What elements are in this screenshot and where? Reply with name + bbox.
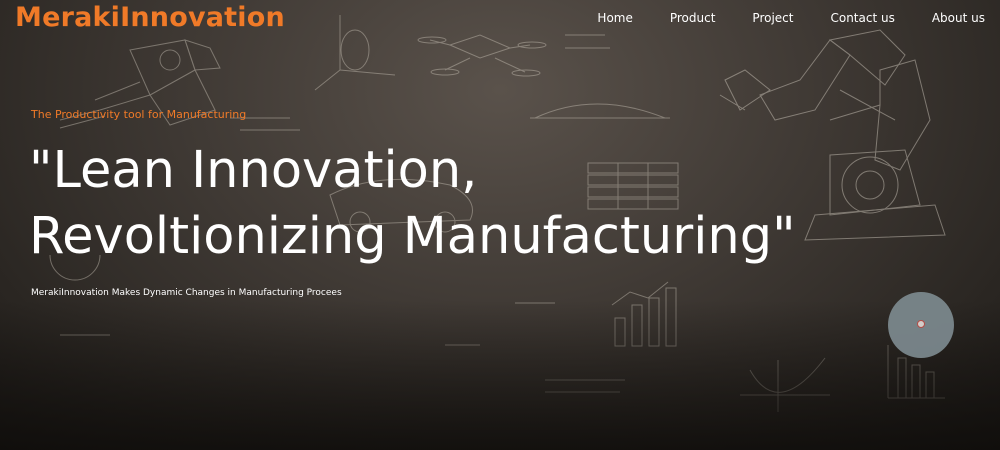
hero-headline-line1: "Lean Innovation, <box>29 141 478 200</box>
curve-sketch <box>534 103 666 119</box>
nav-about-us[interactable]: About us <box>932 11 985 25</box>
site-header: MerakiInnovation Home Product Project Co… <box>0 0 1000 40</box>
site-logo[interactable]: MerakiInnovation <box>15 2 285 33</box>
nav-contact-us[interactable]: Contact us <box>830 11 894 25</box>
floating-action-button[interactable] <box>888 292 954 358</box>
bottom-gradient <box>0 300 1000 450</box>
nav-home[interactable]: Home <box>597 11 632 25</box>
nav-project[interactable]: Project <box>752 11 793 25</box>
hero-headline-line2: Revoltionizing Manufacturing" <box>29 207 796 266</box>
nav-product[interactable]: Product <box>670 11 716 25</box>
hero-subtext: MerakiInnovation Makes Dynamic Changes i… <box>31 288 342 298</box>
hero-headline: "Lean Innovation, Revoltionizing Manufact… <box>29 138 796 270</box>
drone-sketch <box>417 34 547 77</box>
main-nav: Home Product Project Contact us About us <box>597 11 985 25</box>
circle-dot-icon <box>917 320 925 328</box>
hero-tagline: The Productivity tool for Manufacturing <box>31 108 247 121</box>
